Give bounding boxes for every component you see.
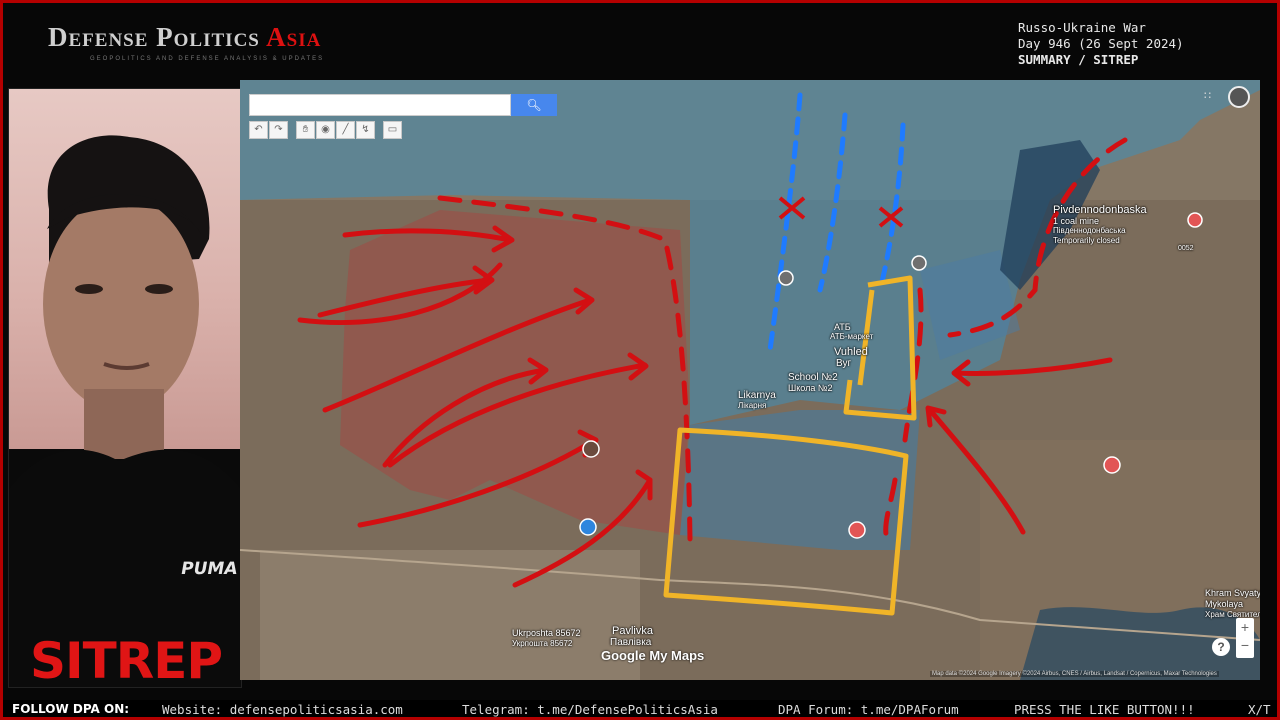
sitrep-label: SITREP <box>30 632 223 690</box>
map-search-input[interactable] <box>249 94 511 116</box>
webcam-feed: PUMA <box>8 88 242 688</box>
zoom-control[interactable]: + − <box>1236 618 1254 658</box>
war-info: Russo-Ukraine War Day 946 (26 Sept 2024)… <box>1018 20 1184 68</box>
draw-line-icon[interactable]: ╱ <box>336 121 355 139</box>
measure-icon[interactable]: ▭ <box>383 121 402 139</box>
presenter-eye-right <box>145 284 173 294</box>
presenter-figure <box>9 135 241 687</box>
label-school: School №2 <box>788 372 838 383</box>
redo-icon[interactable]: ↷ <box>269 121 288 139</box>
ticker-x: X/T <box>1248 702 1271 717</box>
label-coal-mine: 1 coal mine <box>1053 216 1100 226</box>
label-atb: АТБ <box>834 322 851 332</box>
ticker-forum: DPA Forum: t.me/DPAForum <box>778 702 959 717</box>
ticker-telegram: Telegram: t.me/DefensePoliticsAsia <box>462 702 718 717</box>
label-likarnya: Likarnya <box>738 390 776 401</box>
label-khram2: Mykolaya <box>1205 599 1244 609</box>
zoom-in-icon[interactable]: + <box>1236 618 1254 636</box>
presenter-face <box>43 196 199 412</box>
ticker-like: PRESS THE LIKE BUTTON!!! <box>1014 702 1195 717</box>
pan-hand-icon[interactable]: ✋︎ <box>296 121 315 139</box>
label-khram: Khram Svyatytelya <box>1205 588 1260 598</box>
apps-grid-icon[interactable]: ∷ <box>1204 90 1216 102</box>
label-school-local: Школа №2 <box>788 383 833 393</box>
label-vuhledar-local: Вуг <box>836 358 852 369</box>
war-type: SUMMARY / SITREP <box>1018 52 1139 67</box>
account-avatar[interactable] <box>1228 86 1250 108</box>
war-day: Day 946 (26 Sept 2024) <box>1018 36 1184 51</box>
help-button[interactable]: ? <box>1212 638 1230 656</box>
label-ukrposhta: Ukrposhta 85672 <box>512 628 581 638</box>
war-title: Russo-Ukraine War <box>1018 20 1146 35</box>
presenter-neck <box>84 389 164 459</box>
label-road: 0052 <box>1178 245 1194 252</box>
shirt-logo: PUMA <box>179 559 240 579</box>
map-toolbar: ↶ ↷ ✋︎ ◉ ╱ ↯ ▭ <box>249 121 402 139</box>
map-canvas <box>240 80 1260 680</box>
satellite-map[interactable]: Pivdennodonbaska 1 coal mine Пiвденнодон… <box>240 80 1260 680</box>
google-my-maps-logo: Google My Maps <box>601 648 705 663</box>
label-vuhledar: Vuhled <box>834 346 868 358</box>
label-coal-mine-local: Пiвденнодонбаська <box>1053 226 1126 235</box>
brand-accent: Asia <box>266 22 322 52</box>
zoom-out-icon[interactable]: − <box>1236 636 1254 654</box>
label-pavlivka: Pavlivka <box>612 625 653 637</box>
label-atb-local: АТБ-маркет <box>830 332 874 341</box>
map-attribution: Map data ©2024 Google Imagery ©2024 Airb… <box>930 671 1219 677</box>
search-icon: 🔍︎ <box>526 98 542 112</box>
ticker-website: Website: defensepoliticsasia.com <box>162 702 403 717</box>
label-ukrposhta-local: Укрпошта 85672 <box>512 639 573 648</box>
label-temp-closed: Temporarily closed <box>1053 236 1120 245</box>
undo-icon[interactable]: ↶ <box>249 121 268 139</box>
presenter-eye-left <box>75 284 103 294</box>
marker-icon[interactable]: ◉ <box>316 121 335 139</box>
label-pavlivka-local: Павлівка <box>610 637 652 648</box>
route-icon[interactable]: ↯ <box>356 121 375 139</box>
brand-title: Defense Politics Asia <box>48 22 321 53</box>
ticker-follow: FOLLOW DPA ON: <box>12 702 130 716</box>
brand-main: Defense Politics <box>48 22 267 52</box>
label-likarnya-local: Лікарня <box>738 401 767 410</box>
bottom-ticker: FOLLOW DPA ON: Website: defensepoliticsa… <box>0 700 1280 720</box>
label-pivdennodonbaska: Pivdennodonbaska <box>1053 204 1147 216</box>
brand-subtitle: GEOPOLITICS AND DEFENSE ANALYSIS & UPDAT… <box>90 56 325 62</box>
map-search-button[interactable]: 🔍︎ <box>511 94 557 116</box>
